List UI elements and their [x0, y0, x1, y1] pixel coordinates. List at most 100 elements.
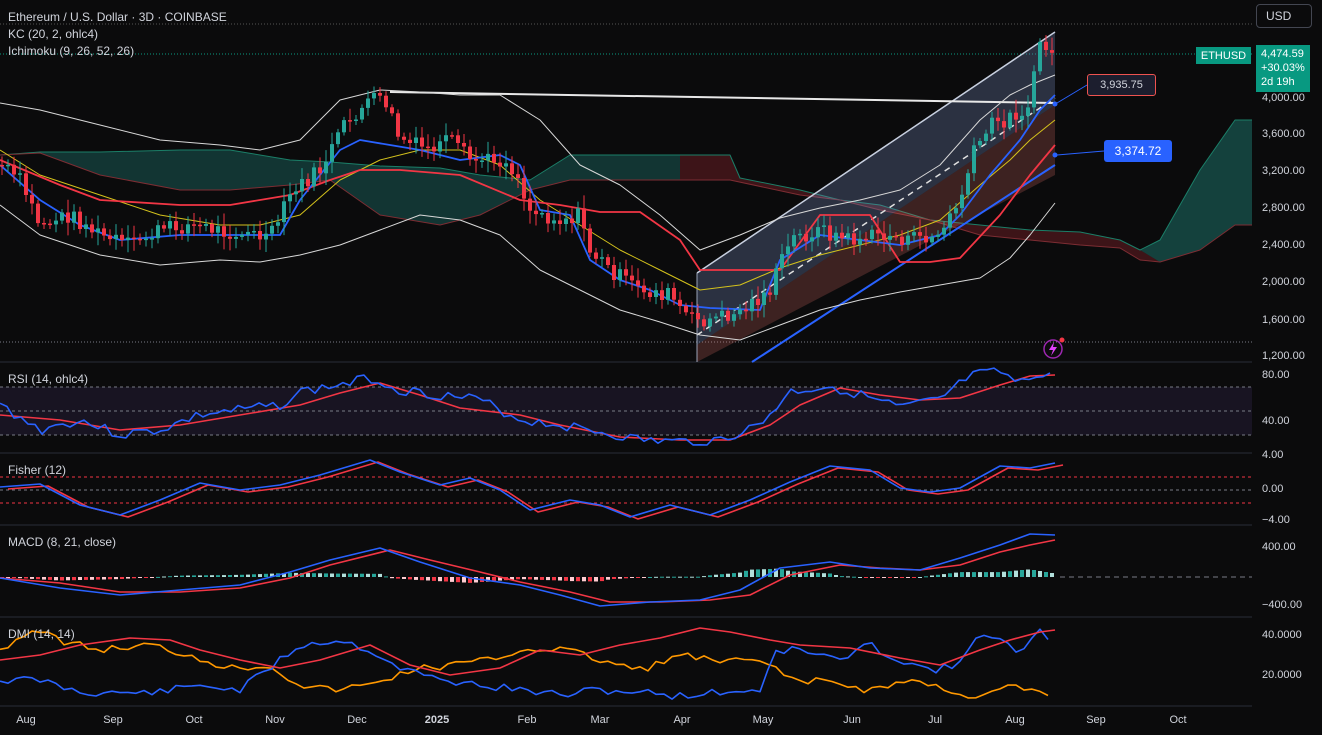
- pane-tick: 80.00: [1262, 369, 1290, 381]
- fisher-title[interactable]: Fisher (12): [8, 463, 66, 477]
- candle-body: [546, 213, 550, 224]
- macd-histogram-bar: [1044, 572, 1048, 577]
- price-change: +30.03%: [1261, 62, 1305, 74]
- macd-histogram-bar: [1014, 570, 1018, 577]
- macd-histogram-bar: [246, 574, 250, 577]
- candle-body: [684, 305, 688, 313]
- macd-histogram-bar: [1008, 571, 1012, 577]
- candle-body: [708, 318, 712, 327]
- macd-title[interactable]: MACD (8, 21, close): [8, 535, 116, 549]
- candle-body: [900, 236, 904, 245]
- candle-body: [1026, 107, 1030, 116]
- bar-countdown: 2d 19h: [1261, 76, 1295, 88]
- candle-body: [474, 159, 478, 161]
- macd-histogram-bar: [450, 577, 454, 582]
- candle-body: [876, 229, 880, 234]
- candle-body: [600, 257, 604, 259]
- macd-histogram-bar: [252, 574, 256, 577]
- candle-body: [498, 162, 502, 167]
- candle-body: [828, 225, 832, 241]
- candle-body: [660, 290, 664, 300]
- indicator-kc-label[interactable]: KC (20, 2, ohlc4): [8, 27, 98, 41]
- candle-body: [132, 237, 136, 240]
- macd-histogram-bar: [756, 569, 760, 577]
- macd-histogram-bar: [192, 575, 196, 577]
- candle-body: [72, 211, 76, 223]
- macd-histogram-bar: [1032, 570, 1036, 577]
- macd-histogram-bar: [144, 577, 148, 578]
- macd-histogram-bar: [72, 577, 76, 581]
- macd-histogram-bar: [618, 577, 622, 579]
- candle-body: [924, 235, 928, 243]
- macd-histogram-bar: [126, 577, 130, 579]
- candle-body: [78, 211, 82, 229]
- macd-histogram-bar: [906, 577, 910, 578]
- macd-histogram-bar: [12, 577, 16, 578]
- price-tick: 2,400.00: [1262, 239, 1305, 251]
- macd-histogram-bar: [672, 576, 676, 578]
- pane-tick: 40.0000: [1262, 629, 1302, 641]
- time-tick: Mar: [590, 714, 610, 726]
- candle-body: [204, 224, 208, 226]
- macd-histogram-bar: [108, 577, 112, 580]
- time-tick: Oct: [185, 714, 203, 726]
- last-price: 4,474.59: [1261, 48, 1304, 60]
- candle-body: [378, 93, 382, 96]
- candle-body: [90, 224, 94, 233]
- macd-histogram-bar: [546, 577, 550, 581]
- macd-histogram-bar: [180, 575, 184, 577]
- candle-body: [852, 233, 856, 245]
- candle-body: [120, 234, 124, 240]
- macd-histogram-bar: [894, 577, 898, 578]
- candle-body: [114, 234, 118, 240]
- macd-histogram-bar: [336, 573, 340, 577]
- lower-level-label[interactable]: 3,374.72: [1104, 140, 1172, 162]
- macd-histogram-bar: [228, 575, 232, 577]
- candle-body: [456, 135, 460, 143]
- candle-body: [846, 233, 850, 239]
- candle-body: [504, 163, 508, 167]
- candle-body: [774, 268, 778, 295]
- macd-histogram-bar: [360, 573, 364, 577]
- macd-histogram-bar: [390, 577, 394, 579]
- candle-body: [240, 234, 244, 237]
- macd-histogram-bar: [864, 577, 868, 578]
- macd-histogram-bar: [858, 577, 862, 578]
- macd-histogram-bar: [876, 577, 880, 578]
- macd-histogram-bar: [456, 577, 460, 583]
- time-tick: May: [752, 714, 774, 726]
- candle-body: [18, 173, 22, 175]
- candle-body: [492, 153, 496, 163]
- candle-body: [174, 221, 178, 231]
- candle-body: [0, 165, 4, 167]
- candle-body: [144, 238, 148, 241]
- rsi-title[interactable]: RSI (14, ohlc4): [8, 372, 88, 386]
- macd-histogram-bar: [960, 572, 964, 577]
- macd-histogram-bar: [132, 577, 136, 579]
- indicator-ichimoku-label[interactable]: Ichimoku (9, 26, 52, 26): [8, 44, 134, 58]
- upper-level-label[interactable]: 3,935.75: [1087, 74, 1156, 96]
- candle-body: [612, 265, 616, 280]
- macd-histogram-bar: [120, 577, 124, 579]
- macd-histogram-bar: [744, 570, 748, 577]
- macd-histogram-bar: [522, 577, 526, 580]
- macd-histogram-bar: [258, 574, 262, 577]
- currency-button[interactable]: USD: [1256, 4, 1312, 28]
- pane-tick: 4.00: [1262, 449, 1284, 461]
- candle-body: [168, 221, 172, 229]
- candle-body: [870, 229, 874, 240]
- price-tick: 3,600.00: [1262, 128, 1305, 140]
- candle-body: [264, 233, 268, 240]
- candle-body: [858, 238, 862, 245]
- macd-histogram-bar: [42, 577, 46, 580]
- macd-histogram-bar: [702, 576, 706, 578]
- macd-histogram-bar: [636, 577, 640, 578]
- symbol-price-tag: ETHUSD: [1196, 47, 1251, 64]
- candle-body: [384, 95, 388, 108]
- lightning-icon[interactable]: [1041, 337, 1065, 361]
- candle-body: [522, 178, 526, 199]
- dmi-title[interactable]: DMI (14, 14): [8, 627, 75, 641]
- chart-canvas[interactable]: [0, 0, 1322, 735]
- candle-body: [312, 167, 316, 187]
- macd-histogram-bar: [1038, 571, 1042, 577]
